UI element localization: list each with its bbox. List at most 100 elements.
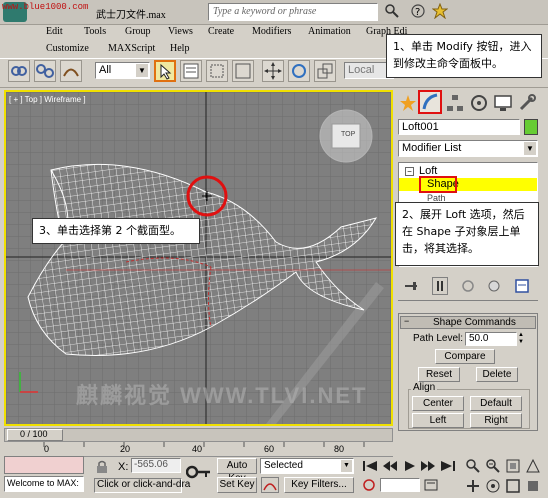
tab-create[interactable] (397, 93, 419, 113)
tangent-type-icon[interactable] (261, 477, 279, 493)
menu-edit[interactable]: Edit (46, 26, 63, 37)
help-icon[interactable]: ? (410, 3, 426, 19)
menu-help[interactable]: Help (170, 43, 189, 54)
menu-maxscript[interactable]: MAXScript (108, 43, 155, 54)
align-center-button[interactable]: Center (412, 396, 464, 411)
show-end-result-icon[interactable] (432, 277, 448, 295)
tick-label-60: 60 (264, 444, 275, 454)
menu-tools[interactable]: Tools (84, 26, 106, 37)
callout-step-2: 2、展开 Loft 选项，然后在 Shape 子对象层上单击，将其选择。 (395, 202, 539, 266)
site-watermark: www.blue1000.com (2, 2, 89, 12)
zoom-extents-icon[interactable] (505, 458, 521, 474)
delete-button[interactable]: Delete (476, 367, 518, 382)
configure-modifier-sets-icon[interactable] (514, 278, 530, 294)
current-frame-field[interactable] (380, 478, 420, 492)
align-right-button[interactable]: Right (470, 413, 522, 428)
zoom-viewport-icon[interactable] (465, 458, 481, 474)
modifier-list-dropdown[interactable]: Modifier List ▼ (398, 140, 538, 157)
prompt-line: Click or click-and-dra (94, 478, 190, 493)
walk-through-icon[interactable] (525, 478, 541, 494)
callout-step-3: 3、单击选择第 2 个截面型。 (32, 218, 200, 244)
spinner-arrows-icon[interactable]: ▲ ▼ (518, 332, 526, 346)
play-icon[interactable] (403, 460, 417, 472)
callout-step-1: 1、单击 Modify 按钮，进入到修改主命令面板中。 (386, 34, 542, 78)
selection-filter-dropdown[interactable]: All ▼ (95, 62, 150, 79)
rollout-collapse-icon: − (404, 316, 410, 326)
lock-selection-icon[interactable] (96, 460, 108, 474)
menu-create[interactable]: Create (208, 26, 234, 37)
align-default-button[interactable]: Default (470, 396, 522, 411)
align-left-button[interactable]: Left (412, 413, 464, 428)
bind-space-warp-icon[interactable] (60, 60, 82, 82)
viewport-watermark: 麒麟视觉 WWW.TLVI.NET (76, 383, 368, 408)
time-config-icon[interactable] (424, 478, 438, 492)
menu-views[interactable]: Views (168, 26, 193, 37)
track-bar[interactable]: 0 20 40 60 80 (4, 442, 393, 457)
pin-stack-icon[interactable] (403, 279, 419, 293)
rollout-header[interactable]: − Shape Commands (400, 316, 536, 329)
set-key-button[interactable]: Set Key (217, 477, 257, 493)
align-label: Align (411, 382, 438, 393)
zoom-all-icon[interactable] (485, 458, 501, 474)
x-coordinate-field[interactable]: -565.06 (131, 458, 181, 473)
tick-label-0: 0 (44, 444, 50, 454)
viewport-scene (6, 92, 391, 424)
move-icon[interactable] (262, 60, 284, 82)
object-color-swatch[interactable] (524, 119, 538, 135)
select-object-icon[interactable] (154, 60, 176, 82)
time-slider-thumb[interactable]: 0 / 100 (7, 429, 63, 441)
menu-animation[interactable]: Animation (308, 26, 351, 37)
scale-icon[interactable] (314, 60, 336, 82)
object-name-field[interactable]: Loft001 (398, 119, 520, 135)
compare-button[interactable]: Compare (435, 349, 495, 364)
tab-utilities-icon[interactable] (518, 94, 536, 112)
remove-modifier-icon[interactable] (486, 279, 502, 293)
goto-end-icon[interactable] (440, 460, 456, 472)
maxscript-listener[interactable] (4, 456, 84, 474)
goto-start-icon[interactable] (362, 460, 378, 472)
chevron-down-icon: ▼ (136, 64, 148, 77)
maximize-viewport-icon[interactable] (505, 478, 521, 494)
rectangular-selection-icon[interactable] (206, 60, 228, 82)
previous-frame-icon[interactable] (382, 460, 398, 472)
key-set-dropdown[interactable]: Selected ▼ (260, 458, 354, 474)
tab-motion-icon[interactable] (470, 94, 488, 112)
menu-modifiers[interactable]: Modifiers (252, 26, 291, 37)
tick-label-40: 40 (192, 444, 203, 454)
key-filters-button[interactable]: Key Filters... (284, 477, 354, 493)
menu-customize[interactable]: Customize (46, 43, 89, 54)
viewcube-label[interactable]: TOP (341, 131, 355, 138)
key-mode-icon[interactable] (185, 462, 212, 482)
star-icon[interactable] (431, 2, 449, 20)
next-frame-icon[interactable] (420, 460, 436, 472)
field-of-view-icon[interactable] (525, 458, 541, 474)
make-unique-icon[interactable] (460, 279, 476, 293)
search-icon[interactable] (385, 4, 399, 18)
welcome-field[interactable]: Welcome to MAX: (4, 476, 84, 492)
tick-label-80: 80 (334, 444, 345, 454)
viewport-top[interactable]: [ + ] Top ] Wireframe ] TOP 麒麟视觉 WWW.TLV… (4, 90, 393, 426)
window-title: 武士刀文件.max (96, 10, 166, 21)
menu-group[interactable]: Group (125, 26, 151, 37)
tab-modify[interactable] (418, 90, 442, 114)
stack-expand-icon[interactable]: − (405, 167, 414, 176)
orbit-icon[interactable] (485, 478, 501, 494)
rotate-icon[interactable] (288, 60, 310, 82)
search-input[interactable]: Type a keyword or phrase (208, 3, 378, 21)
path-level-spinner[interactable]: 50.0 (465, 332, 517, 346)
select-by-name-icon[interactable] (180, 60, 202, 82)
pan-view-icon[interactable] (465, 478, 481, 494)
auto-key-button[interactable]: Auto Key (217, 458, 257, 484)
svg-text:?: ? (415, 7, 420, 18)
rollout-title: Shape Commands (433, 317, 516, 328)
window-crossing-icon[interactable] (232, 60, 254, 82)
shape-highlight-box (419, 176, 457, 193)
viewport-label[interactable]: [ + ] Top ] Wireframe ] (9, 95, 86, 104)
tab-display-icon[interactable] (494, 94, 512, 112)
key-mode-toggle-icon[interactable] (362, 478, 376, 492)
reset-button[interactable]: Reset (418, 367, 460, 382)
link-icon[interactable] (8, 60, 30, 82)
unlink-icon[interactable] (34, 60, 56, 82)
time-slider-track[interactable]: 0 / 100 (4, 428, 393, 442)
tab-hierarchy-icon[interactable] (446, 94, 464, 112)
